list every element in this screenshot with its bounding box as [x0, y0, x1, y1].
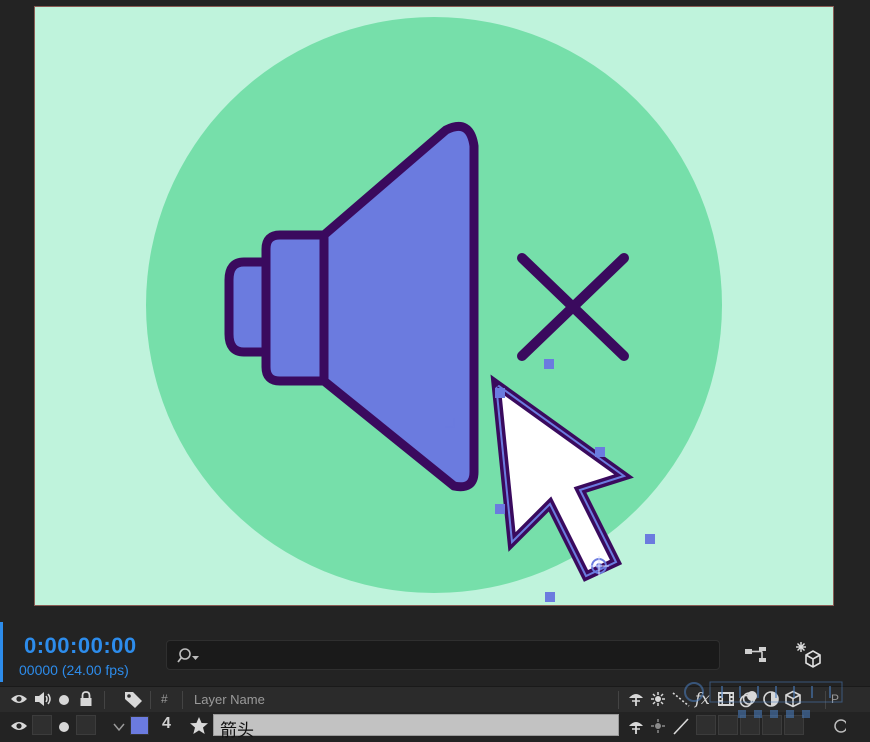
transform-handle[interactable] — [595, 447, 605, 457]
flowchart-icon[interactable] — [744, 644, 770, 671]
layer-name-field[interactable]: 箭头 — [213, 714, 619, 741]
layer-number: 4 — [162, 715, 171, 732]
3d-layer-icon[interactable] — [784, 690, 802, 713]
frame-blend-icon[interactable] — [717, 691, 735, 712]
adjustment-switch[interactable] — [762, 715, 782, 735]
layer-label-color-swatch[interactable] — [130, 716, 149, 735]
eye-icon[interactable] — [10, 719, 28, 738]
transform-handle[interactable] — [495, 388, 505, 398]
fx-switch[interactable] — [696, 715, 716, 735]
adjustment-icon[interactable] — [763, 691, 779, 712]
collapse-icon[interactable] — [650, 691, 666, 712]
motion-blur-icon[interactable] — [739, 690, 759, 713]
column-number-header[interactable]: # — [161, 692, 168, 706]
motion-blur-switch[interactable] — [740, 715, 760, 735]
column-parent-header[interactable]: P — [831, 692, 839, 706]
current-timecode[interactable]: 0:00:00:00 — [24, 633, 137, 659]
column-layer-name-header[interactable]: Layer Name — [194, 692, 265, 707]
layer-columns-header: # Layer Name fx P — [0, 686, 870, 714]
search-icon[interactable] — [177, 647, 203, 670]
layer-row[interactable]: 4 箭头 — [0, 712, 870, 742]
tag-icon[interactable] — [124, 691, 144, 714]
parent-pickwhip-icon[interactable] — [832, 717, 848, 740]
transform-handle[interactable] — [645, 534, 655, 544]
composition-viewer[interactable] — [0, 0, 870, 620]
fx-icon[interactable]: fx — [695, 689, 710, 708]
solo-icon[interactable] — [58, 720, 70, 738]
chevron-down-icon[interactable] — [113, 719, 125, 737]
transform-handle[interactable] — [495, 504, 505, 514]
composition-artwork — [146, 17, 722, 602]
speaker-back-cap — [224, 257, 271, 357]
frame-blend-switch[interactable] — [718, 715, 738, 735]
lock-switch[interactable] — [76, 715, 96, 735]
collapse-icon[interactable] — [650, 718, 666, 739]
shy-icon[interactable] — [627, 691, 645, 712]
audio-icon[interactable] — [33, 691, 53, 712]
transform-handle[interactable] — [544, 359, 554, 369]
eye-icon[interactable] — [10, 692, 28, 711]
lock-icon[interactable] — [79, 691, 93, 712]
quality-icon[interactable] — [672, 717, 690, 740]
audio-switch[interactable] — [32, 715, 52, 735]
composition-canvas[interactable] — [34, 6, 834, 606]
draft-3d-icon[interactable] — [794, 640, 824, 675]
frame-rate-readout: 00000 (24.00 fps) — [19, 662, 129, 678]
shy-icon[interactable] — [627, 719, 645, 740]
layer-name-text[interactable]: 箭头 — [220, 716, 254, 741]
speaker-middle — [261, 230, 329, 386]
layer-search-input[interactable] — [166, 640, 720, 670]
quality-icon[interactable] — [672, 692, 690, 712]
solo-icon[interactable] — [58, 693, 70, 711]
star-icon — [189, 716, 209, 740]
3d-layer-switch[interactable] — [784, 715, 804, 735]
transform-handle[interactable] — [545, 592, 555, 602]
current-time-indicator-bar — [0, 622, 3, 682]
